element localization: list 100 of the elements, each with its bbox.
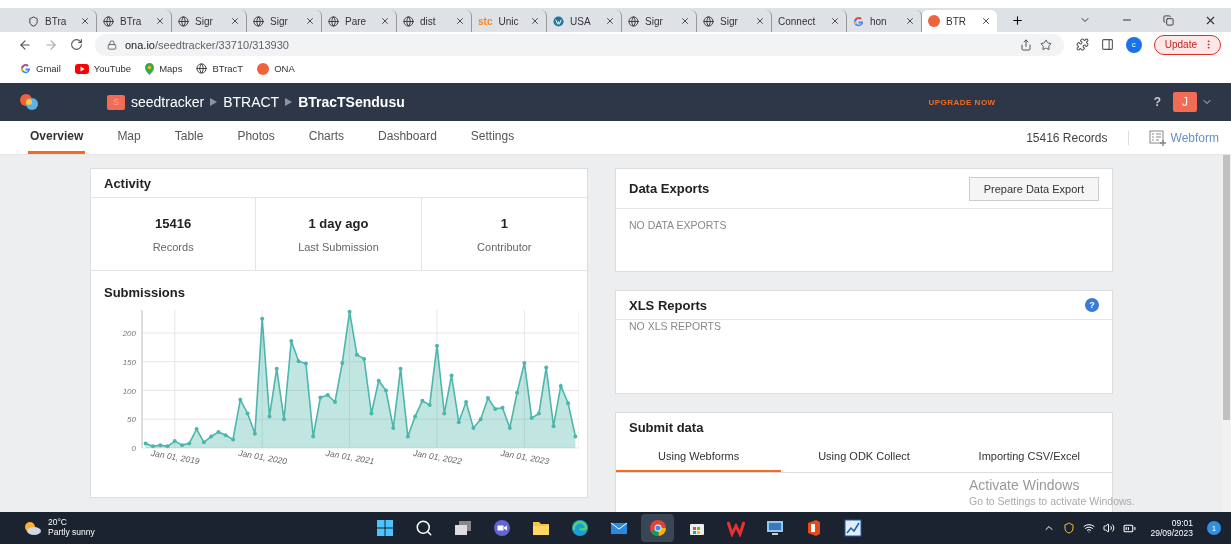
- bookmark-link[interactable]: Gmail: [20, 63, 61, 74]
- video-camera-icon: [492, 519, 511, 537]
- bookmark-link[interactable]: BTracT: [196, 63, 244, 74]
- form-add-icon: [1148, 129, 1167, 146]
- nav-tab[interactable]: Map: [115, 121, 143, 154]
- close-icon[interactable]: [155, 16, 165, 26]
- shield-icon: [28, 15, 39, 27]
- browser-tab[interactable]: Sigr: [172, 10, 247, 32]
- close-icon[interactable]: [830, 16, 840, 26]
- google-icon: [853, 15, 864, 27]
- browser-tab[interactable]: dist: [397, 10, 472, 32]
- browser-tab[interactable]: BTra: [22, 10, 97, 32]
- w-logo-icon: [726, 519, 745, 537]
- nav-tab[interactable]: Dashboard: [376, 121, 439, 154]
- empty-message: NO XLS REPORTS: [628, 320, 722, 332]
- update-button[interactable]: Update: [1153, 34, 1221, 55]
- new-tab-icon[interactable]: [1011, 14, 1024, 27]
- weather-text: Partly sunny: [48, 528, 95, 538]
- stat-label: Records: [152, 240, 194, 253]
- bookmark-link[interactable]: ONA: [257, 62, 295, 75]
- submit-tab[interactable]: Using ODK Collect: [781, 441, 947, 472]
- temperature: 20°C: [48, 518, 68, 528]
- breadcrumb-link[interactable]: seedtracker: [131, 94, 205, 110]
- globe-icon: [628, 15, 639, 27]
- star-icon[interactable]: [1039, 38, 1052, 51]
- close-icon[interactable]: [905, 16, 915, 26]
- close-icon[interactable]: [530, 16, 540, 26]
- circle-icon: [257, 62, 270, 75]
- address-bar[interactable]: ona.io/seedtracker/33710/313930: [95, 33, 1064, 56]
- sun-cloud-icon: [22, 520, 42, 536]
- taskbar-app[interactable]: [641, 514, 674, 542]
- shield-icon[interactable]: [1063, 522, 1076, 534]
- lock-icon: [107, 39, 117, 50]
- bookmark-link[interactable]: Maps: [145, 62, 183, 75]
- browser-tab[interactable]: Sigr: [622, 10, 697, 32]
- close-icon[interactable]: [605, 16, 615, 26]
- logo-icon: [18, 93, 40, 111]
- submit-tab[interactable]: Importing CSV/Excel: [946, 441, 1112, 472]
- help-link[interactable]: ?: [1153, 95, 1161, 109]
- globe-icon: [703, 15, 714, 27]
- browser-tab[interactable]: stc Unic: [472, 10, 547, 32]
- browser-tab[interactable]: USA: [547, 10, 622, 32]
- back-icon[interactable]: [18, 37, 32, 52]
- restore-icon[interactable]: [1163, 14, 1174, 26]
- globe-icon: [103, 15, 114, 27]
- card-title: Submissions: [104, 285, 186, 300]
- separator-icon: [210, 98, 218, 106]
- reload-icon[interactable]: [70, 38, 83, 51]
- browser-tab[interactable]: Sigr: [247, 10, 322, 32]
- close-icon[interactable]: [230, 16, 240, 26]
- x-tick-label: Jan 01, 2023: [499, 447, 550, 467]
- stat-label: Contributor: [477, 240, 532, 253]
- map-pin-icon: [145, 62, 155, 75]
- clock-date: 29/09/2023: [1150, 528, 1193, 539]
- close-icon[interactable]: [380, 16, 390, 26]
- empty-message: NO DATA EXPORTS: [628, 218, 728, 233]
- records-count: 15416 Records: [1026, 130, 1129, 145]
- y-tick-label: 150: [122, 357, 136, 367]
- submit-tab[interactable]: Using Webforms: [616, 441, 782, 472]
- y-tick-label: 0: [131, 444, 136, 453]
- side-panel-icon[interactable]: [1100, 38, 1114, 51]
- nav-tab[interactable]: Charts: [306, 121, 347, 154]
- upgrade-link[interactable]: UPGRADE NOW: [928, 97, 996, 107]
- close-icon[interactable]: [981, 16, 991, 26]
- activation-hint: Go to Settings to activate Windows.: [969, 495, 1135, 507]
- browser-tab[interactable]: Pare: [322, 10, 397, 32]
- prepare-export-button[interactable]: Prepare Data Export: [968, 176, 1099, 201]
- browser-tab[interactable]: Connect: [772, 10, 847, 32]
- browser-tab[interactable]: Sigr: [697, 10, 772, 32]
- stat-value: 1 day ago: [308, 215, 369, 231]
- close-icon[interactable]: [755, 16, 765, 26]
- breadcrumb-link[interactable]: BTracTSendusu: [298, 94, 405, 110]
- close-icon[interactable]: [680, 16, 690, 26]
- globe-icon: [253, 15, 264, 27]
- wifi-icon[interactable]: [1083, 522, 1096, 534]
- nav-tab[interactable]: Settings: [468, 121, 517, 154]
- google-icon: [20, 63, 31, 74]
- puzzle-icon[interactable]: [1075, 38, 1089, 51]
- scrollbar[interactable]: [1222, 155, 1231, 512]
- share-icon[interactable]: [1019, 38, 1032, 51]
- close-icon[interactable]: [455, 16, 465, 26]
- site-logo: stc: [478, 15, 493, 27]
- close-icon[interactable]: [305, 16, 315, 26]
- globe-icon: [328, 15, 339, 27]
- bookmark-link[interactable]: YouTube: [74, 63, 132, 74]
- browser-logo-icon: [648, 519, 667, 537]
- help-badge[interactable]: ?: [1085, 298, 1099, 312]
- globe-icon: [403, 15, 414, 27]
- profile-avatar[interactable]: c: [1125, 36, 1142, 53]
- browser-tab[interactable]: BTra: [97, 10, 172, 32]
- close-icon[interactable]: [80, 16, 90, 26]
- chart-window-icon: [843, 519, 862, 537]
- windows-icon: [375, 519, 394, 537]
- nav-tab[interactable]: Photos: [235, 121, 277, 154]
- browser-tab[interactable]: BTR: [922, 10, 997, 32]
- speaker-icon[interactable]: [1103, 522, 1116, 534]
- windows-stack-icon: [453, 519, 472, 537]
- y-tick-label: 200: [122, 329, 136, 338]
- nav-tab[interactable]: Table: [172, 121, 206, 154]
- breadcrumb-link[interactable]: BTRACT: [223, 94, 280, 110]
